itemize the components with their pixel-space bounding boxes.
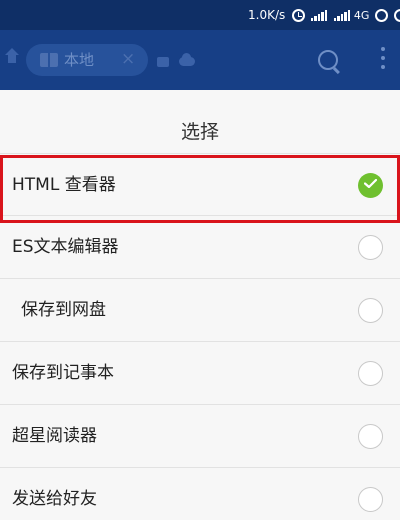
option-list: HTML 查看器 ES文本编辑器 保存到网盘 保存到记事本 超星阅读器 发送给好… — [0, 153, 400, 520]
radio-button[interactable] — [358, 298, 383, 323]
more-icon[interactable] — [381, 47, 385, 73]
close-icon[interactable]: × — [121, 50, 135, 68]
option-label: 发送给好友 — [12, 489, 97, 509]
option-label: HTML 查看器 — [12, 175, 116, 195]
option-save-to-notepad[interactable]: 保存到记事本 — [0, 342, 400, 405]
option-label: 保存到网盘 — [21, 300, 106, 320]
option-label: ES文本编辑器 — [12, 237, 119, 257]
status-bar: 1.0K/s 4G — [0, 0, 400, 30]
signal-icon — [333, 9, 351, 21]
book-icon — [40, 53, 58, 67]
tab-local[interactable]: 本地 × — [26, 44, 148, 76]
home-icon[interactable] — [5, 48, 19, 66]
chooser-dialog: 选择 HTML 查看器 ES文本编辑器 保存到网盘 保存到记事本 超星阅读器 发… — [0, 90, 400, 520]
radio-button[interactable] — [358, 361, 383, 386]
option-html-viewer[interactable]: HTML 查看器 — [0, 153, 400, 216]
battery-icon — [394, 8, 400, 22]
radio-button[interactable] — [358, 173, 383, 198]
sync-icon — [375, 8, 389, 22]
option-save-to-cloud[interactable]: 保存到网盘 — [0, 279, 400, 342]
tab-label: 本地 — [64, 51, 95, 69]
option-es-text-editor[interactable]: ES文本编辑器 — [0, 216, 400, 279]
status-icons: 4G — [292, 7, 400, 23]
radio-button[interactable] — [358, 424, 383, 449]
option-label: 保存到记事本 — [12, 363, 114, 383]
search-icon[interactable] — [318, 50, 338, 70]
option-superstar-reader[interactable]: 超星阅读器 — [0, 405, 400, 468]
radio-button[interactable] — [358, 235, 383, 260]
radio-button[interactable] — [358, 487, 383, 512]
cloud-icon[interactable] — [179, 53, 195, 66]
option-label: 超星阅读器 — [12, 426, 97, 446]
app-bar: 本地 × — [0, 30, 400, 90]
option-send-to-friend[interactable]: 发送给好友 — [0, 468, 400, 520]
dialog-title: 选择 — [180, 121, 219, 143]
network-type: 4G — [353, 8, 370, 22]
window-icon[interactable] — [157, 57, 169, 67]
alarm-icon — [292, 8, 305, 22]
signal-icon — [311, 9, 328, 21]
check-icon — [364, 179, 377, 188]
network-speed: 1.0K/s — [248, 8, 286, 22]
